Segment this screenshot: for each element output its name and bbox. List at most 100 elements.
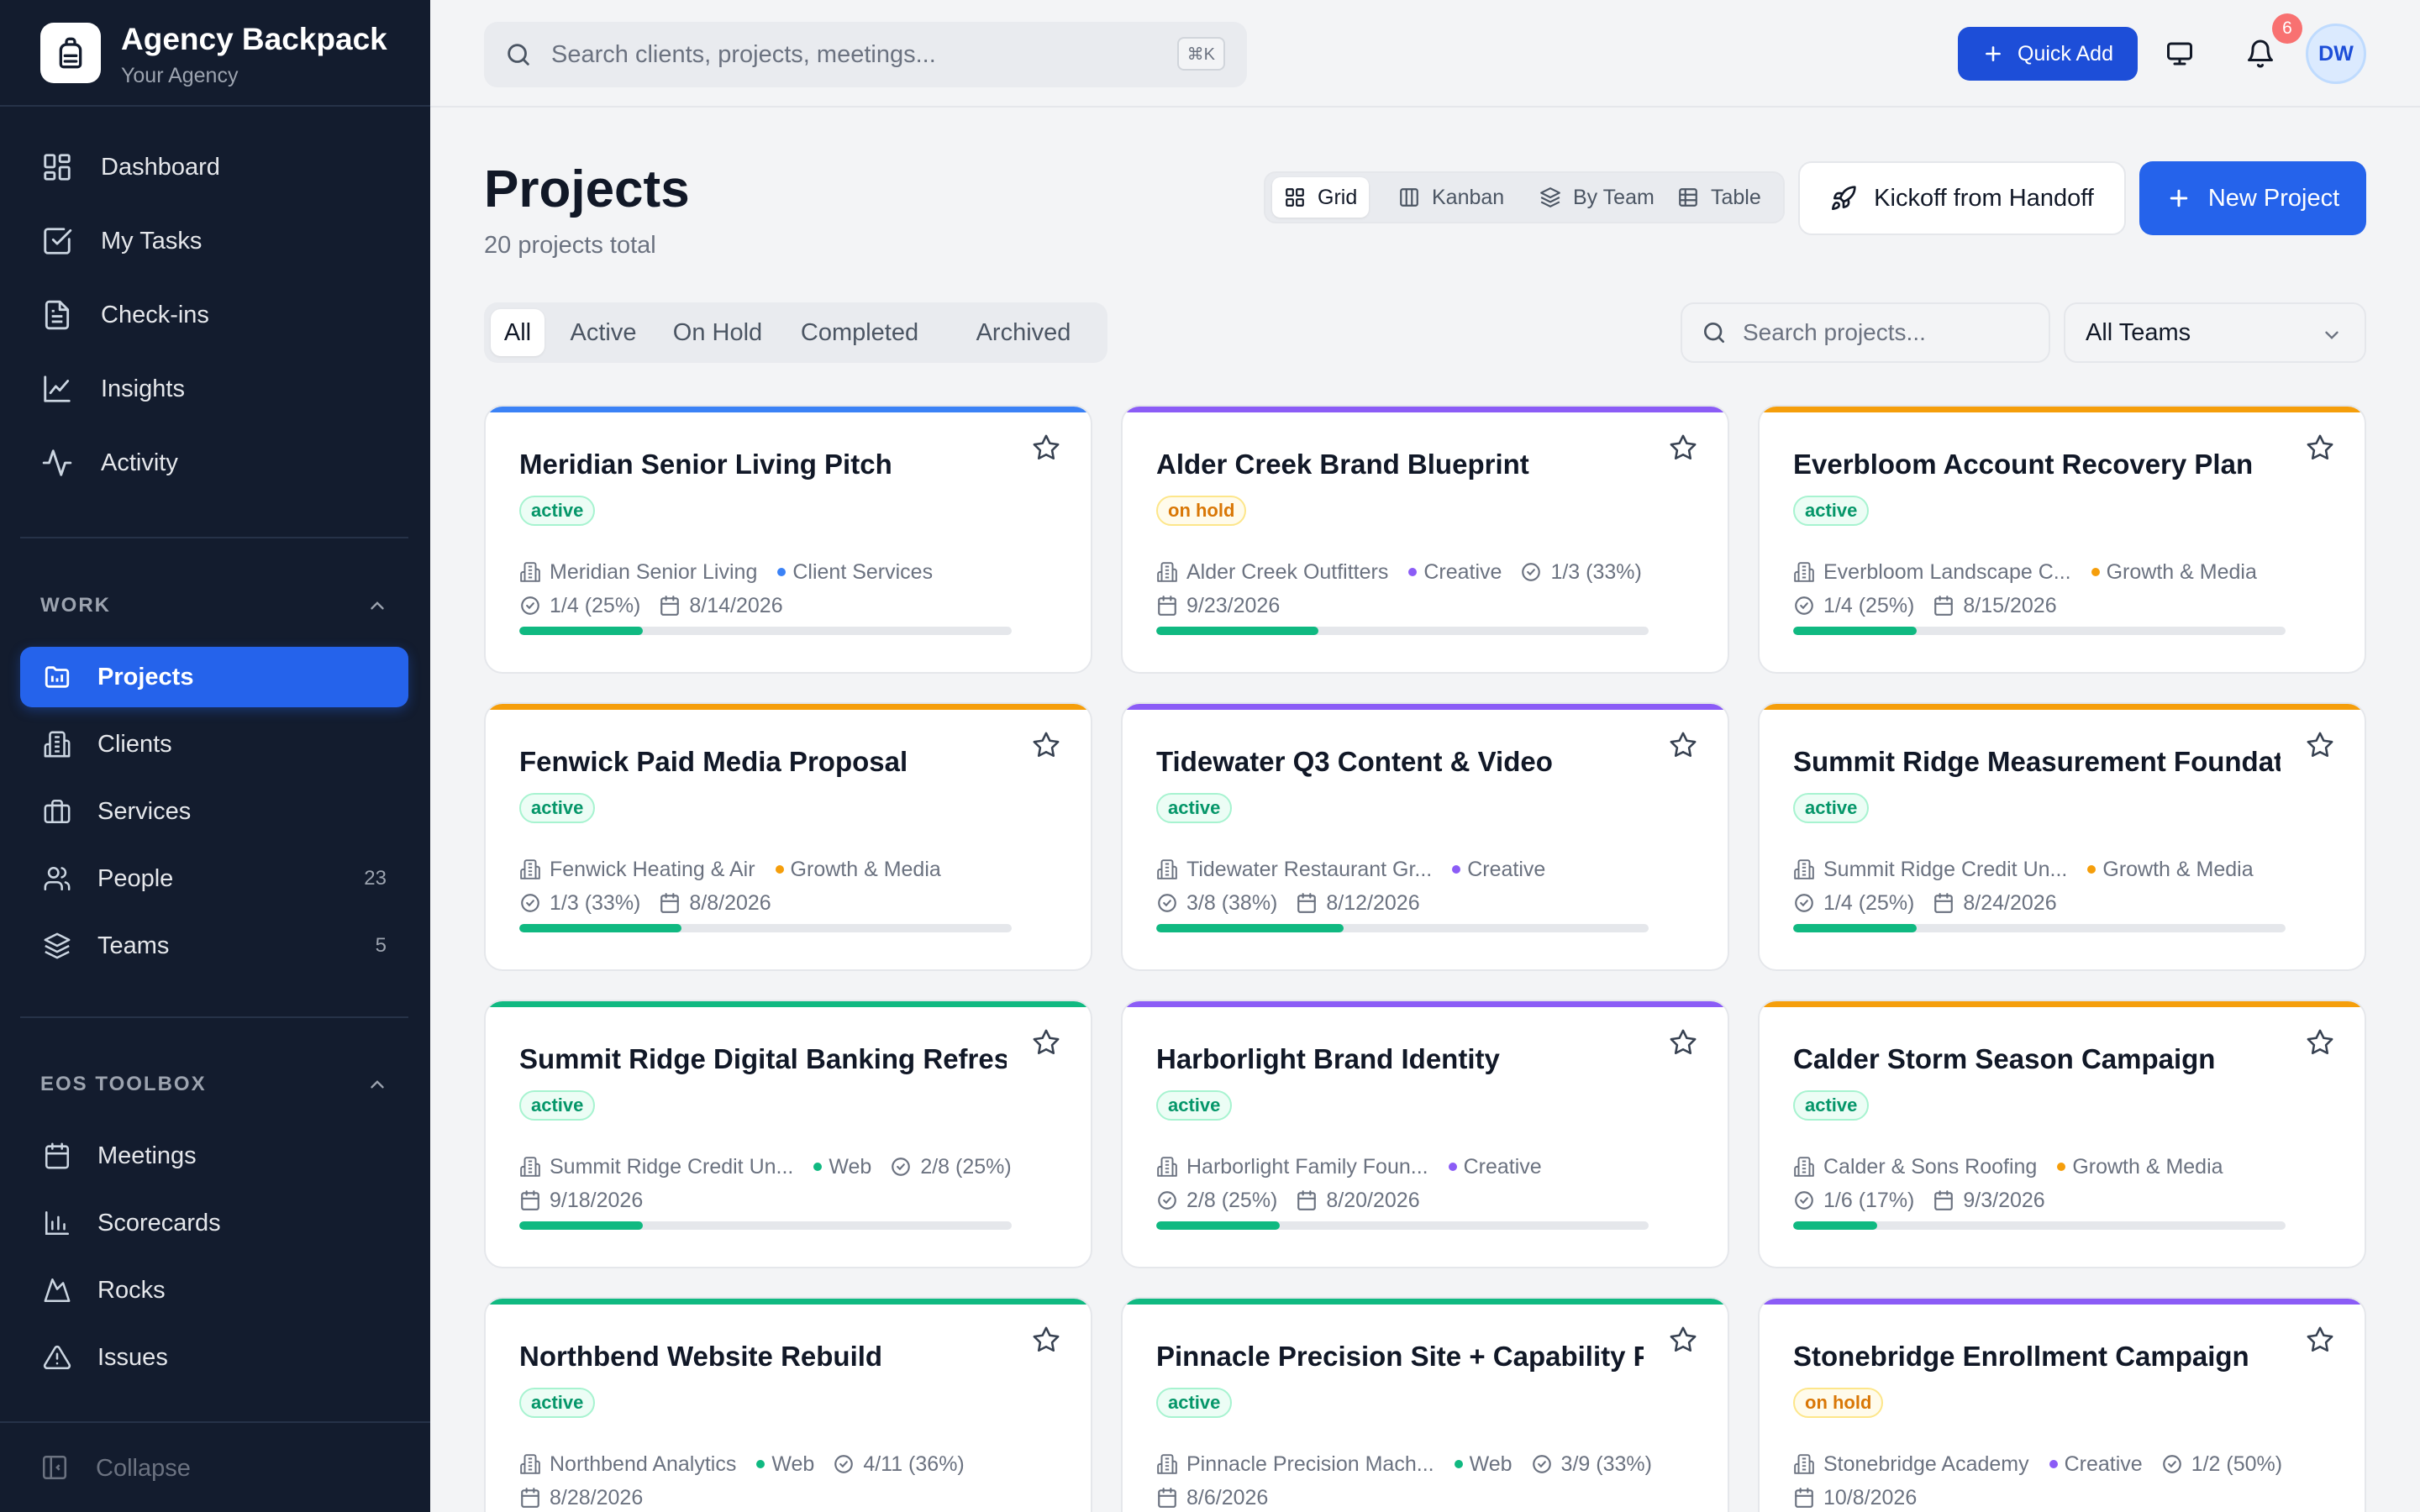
project-card[interactable]: Meridian Senior Living Pitch active Meridi…	[484, 405, 1092, 674]
view-kanban-button[interactable]: Kanban	[1386, 177, 1516, 218]
project-card[interactable]: Alder Creek Brand Blueprint on hold Alder …	[1121, 405, 1729, 674]
kickoff-from-handoff-button[interactable]: Kickoff from Handoff	[1798, 161, 2126, 235]
progress-fill	[1793, 627, 1917, 635]
sidebar-item-scorecards[interactable]: Scorecards	[20, 1193, 408, 1253]
sidebar-item-my-tasks[interactable]: My Tasks	[20, 211, 408, 271]
team-color-strip	[1760, 1001, 2365, 1007]
star-icon[interactable]	[1669, 1028, 1699, 1058]
tab-archived[interactable]: Archived	[946, 309, 1101, 356]
check-circle-icon	[1520, 561, 1542, 583]
check-circle-icon	[1793, 1189, 1815, 1211]
tab-active[interactable]: Active	[558, 309, 649, 356]
sidebar-item-label: Scorecards	[97, 1209, 221, 1236]
sidebar-item-people[interactable]: People 23	[20, 848, 408, 909]
line-chart-icon	[40, 372, 74, 406]
star-icon[interactable]	[2306, 1326, 2336, 1356]
team-name: Creative	[2064, 1452, 2143, 1476]
team-color-strip	[1760, 1299, 2365, 1305]
team-filter-select[interactable]: All Teams	[2064, 302, 2366, 363]
global-search-input[interactable]: Search clients, projects, meetings... ⌘K	[484, 22, 1247, 87]
search-icon	[1701, 319, 1728, 346]
project-card[interactable]: Fenwick Paid Media Proposal active Fenwick…	[484, 702, 1092, 971]
sidebar-item-teams[interactable]: Teams 5	[20, 916, 408, 976]
sidebar-item-services[interactable]: Services	[20, 781, 408, 842]
quick-add-button[interactable]: Quick Add	[1958, 27, 2138, 81]
team-color-strip	[1123, 407, 1728, 412]
sidebar-item-check-ins[interactable]: Check-ins	[20, 285, 408, 345]
view-grid-button[interactable]: Grid	[1272, 177, 1370, 218]
eos-section-header[interactable]: EOS TOOLBOX	[40, 1068, 388, 1101]
calendar-icon	[659, 892, 681, 914]
star-icon[interactable]	[1032, 433, 1062, 464]
team-color-strip	[1123, 1001, 1728, 1007]
star-icon[interactable]	[2306, 433, 2336, 464]
status-badge: active	[1156, 793, 1233, 823]
team-name: Growth & Media	[2106, 559, 2257, 584]
user-avatar[interactable]: DW	[2306, 24, 2366, 84]
star-icon[interactable]	[1032, 1326, 1062, 1356]
sidebar-item-dashboard[interactable]: Dashboard	[20, 137, 408, 197]
building-icon	[1793, 1156, 1815, 1178]
sidebar-item-meetings[interactable]: Meetings	[20, 1126, 408, 1186]
project-meta-row: 1/4 (25%) 8/14/2026	[519, 591, 783, 620]
project-card[interactable]: Calder Storm Season Campaign active Calder…	[1758, 1000, 2366, 1268]
project-meta-row: Summit Ridge Credit Un... Growth & Media	[1793, 855, 2254, 884]
star-icon[interactable]	[2306, 1028, 2336, 1058]
bell-icon[interactable]	[2242, 35, 2279, 72]
calendar-icon	[1296, 1189, 1318, 1211]
view-table-button[interactable]: Table	[1665, 177, 1773, 218]
collapse-button[interactable]: Collapse	[0, 1421, 430, 1512]
brand-header[interactable]: Agency Backpack Your Agency	[0, 0, 430, 107]
client-name: Northbend Analytics	[550, 1452, 737, 1476]
monitor-icon[interactable]	[2161, 35, 2198, 72]
sidebar-item-label: Rocks	[97, 1276, 166, 1304]
team-color-strip	[1123, 704, 1728, 710]
project-card[interactable]: Everbloom Account Recovery Plan active Eve…	[1758, 405, 2366, 674]
tab-all[interactable]: All	[491, 309, 544, 356]
star-icon[interactable]	[2306, 731, 2336, 761]
progress-fill	[1156, 924, 1344, 932]
view-by-team-button[interactable]: By Team	[1528, 177, 1666, 218]
status-badge: active	[519, 496, 596, 526]
calendar-icon	[1156, 595, 1178, 617]
star-icon[interactable]	[1032, 1028, 1062, 1058]
sidebar-item-rocks[interactable]: Rocks	[20, 1260, 408, 1320]
progress-bar	[1156, 627, 1649, 635]
due-date: 8/14/2026	[689, 593, 783, 617]
collapse-label: Collapse	[96, 1454, 191, 1482]
team-color-strip	[1760, 704, 2365, 710]
sidebar-item-label: Teams	[97, 932, 170, 959]
project-card[interactable]: Summit Ridge Digital Banking Refresh acti…	[484, 1000, 1092, 1268]
tab-completed[interactable]: Completed	[786, 309, 933, 356]
teams-count: 5	[375, 934, 387, 957]
sidebar-item-projects[interactable]: Projects	[20, 647, 408, 707]
building-icon	[1156, 1156, 1178, 1178]
task-progress: 1/3 (33%)	[1550, 559, 1642, 584]
project-title: Summit Ridge Digital Banking Refresh	[519, 1043, 1007, 1074]
project-search-input[interactable]: Search projects...	[1681, 302, 2050, 363]
project-card[interactable]: Pinnacle Precision Site + Capability Pa.…	[1121, 1297, 1729, 1512]
star-icon[interactable]	[1669, 1326, 1699, 1356]
project-card[interactable]: Northbend Website Rebuild active Northbend…	[484, 1297, 1092, 1512]
project-card[interactable]: Stonebridge Enrollment Campaign on hold St…	[1758, 1297, 2366, 1512]
sidebar-item-insights[interactable]: Insights	[20, 359, 408, 419]
work-section-header[interactable]: WORK	[40, 589, 388, 622]
star-icon[interactable]	[1669, 433, 1699, 464]
sidebar-item-activity[interactable]: Activity	[20, 433, 408, 493]
task-progress: 1/6 (17%)	[1823, 1188, 1915, 1212]
project-card[interactable]: Summit Ridge Measurement Foundation activ…	[1758, 702, 2366, 971]
calendar-icon	[1933, 595, 1954, 617]
project-card[interactable]: Tidewater Q3 Content & Video active Tidewa…	[1121, 702, 1729, 971]
new-project-button[interactable]: New Project	[2139, 161, 2366, 235]
star-icon[interactable]	[1032, 731, 1062, 761]
team-name: Web	[1469, 1452, 1512, 1476]
warning-icon	[40, 1341, 74, 1374]
star-icon[interactable]	[1669, 731, 1699, 761]
chevron-up-icon	[366, 595, 388, 617]
tab-on-hold[interactable]: On Hold	[662, 309, 773, 356]
sidebar-item-clients[interactable]: Clients	[20, 714, 408, 774]
layers-icon	[1539, 186, 1561, 208]
project-card[interactable]: Harborlight Brand Identity active Harborli…	[1121, 1000, 1729, 1268]
status-badge: on hold	[1793, 1388, 1884, 1418]
sidebar-item-issues[interactable]: Issues	[20, 1327, 408, 1388]
